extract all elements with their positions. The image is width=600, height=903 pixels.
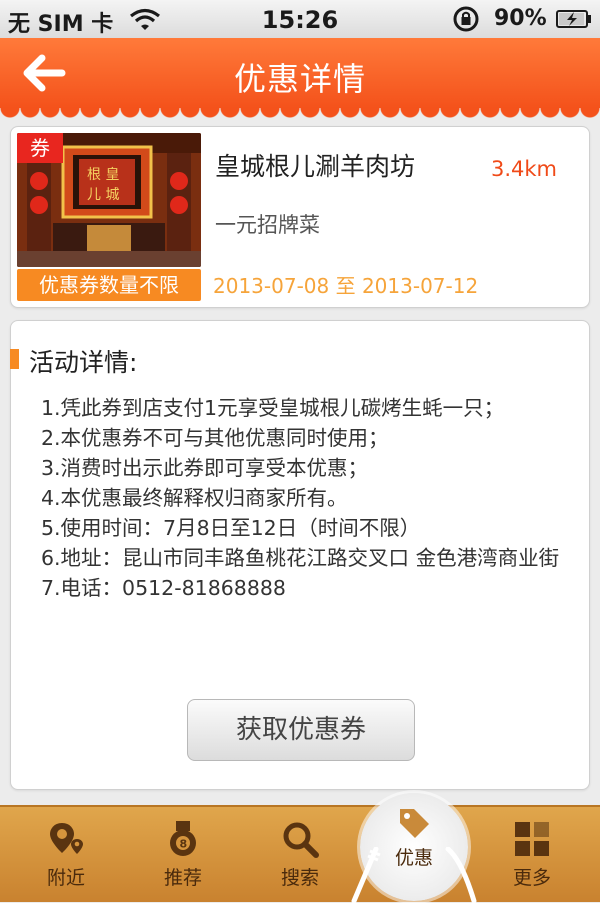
svg-text:儿 城: 儿 城 <box>87 187 119 203</box>
store-name: 皇城根儿涮羊肉坊 <box>215 152 416 181</box>
date-separator: 至 <box>335 274 356 298</box>
coupon-quantity-badge: 优惠券数量不限 <box>17 269 201 301</box>
svg-text:根 皇: 根 皇 <box>87 167 119 183</box>
tab-search[interactable]: 搜索 <box>250 807 350 902</box>
search-icon <box>283 822 319 858</box>
grid-icon <box>515 822 549 856</box>
deal-title: 一元招牌菜 <box>215 213 320 237</box>
rotation-lock-icon <box>453 6 479 32</box>
tag-icon <box>400 809 429 838</box>
detail-line: 6.地址：昆山市同丰路鱼桃花江路交叉口 金色港湾商业街 <box>41 546 560 570</box>
tab-recommend[interactable]: 8 推荐 <box>133 807 233 902</box>
detail-line: 7.电话：0512-81868888 <box>41 576 286 600</box>
knife-icon <box>445 847 477 903</box>
tab-nearby[interactable]: 附近 <box>16 807 116 902</box>
fork-icon <box>351 847 381 903</box>
location-pin-icon <box>50 823 83 854</box>
tab-recommend-label: 推荐 <box>163 867 202 889</box>
date-start: 2013-07-08 <box>213 274 330 298</box>
header-scallop-edge <box>0 108 600 120</box>
detail-line: 1.凭此券到店支付1元享受皇城根儿碳烤生蚝一只； <box>41 396 505 420</box>
battery-icon <box>556 10 591 28</box>
tab-more[interactable]: 更多 <box>482 807 582 902</box>
page-title: 优惠详情 <box>233 60 366 98</box>
validity-dates: 2013-07-08 至 2013-07-12 <box>213 270 478 299</box>
detail-line: 4.本优惠最终解释权归商家所有。 <box>41 486 348 510</box>
tab-more-label: 更多 <box>512 867 551 889</box>
heading-accent-bar <box>10 349 19 369</box>
store-card[interactable]: 根 皇 儿 城 券 优惠券数量不限 皇城根儿涮羊肉坊 3.4km 一元招牌菜 2… <box>10 126 590 308</box>
tab-search-label: 搜索 <box>280 867 319 889</box>
tab-nearby-label: 附近 <box>46 867 85 889</box>
tab-bar: 附近 8 推荐 搜索 优惠 更多 <box>0 793 600 903</box>
coupon-tag: 券 <box>17 133 63 163</box>
battery-percent: 90% <box>494 6 547 31</box>
detail-line: 2.本优惠券不可与其他优惠同时使用； <box>41 426 389 450</box>
svg-text:8: 8 <box>180 838 188 851</box>
details-text-scroll[interactable]: 1.凭此券到店支付1元享受皇城根儿碳烤生蚝一只； 2.本优惠券不可与其他优惠同时… <box>41 393 571 649</box>
get-coupon-button[interactable]: 获取优惠券 <box>187 699 415 761</box>
detail-line: 5.使用时间：7月8日至12日（时间不限） <box>41 516 421 540</box>
date-end: 2013-07-12 <box>361 274 479 298</box>
nav-bar: 优惠详情 <box>0 38 600 120</box>
store-distance: 3.4km <box>490 157 557 181</box>
details-heading: 活动详情: <box>29 348 138 377</box>
store-photo: 根 皇 儿 城 券 <box>17 133 201 267</box>
details-card: 活动详情: 1.凭此券到店支付1元享受皇城根儿碳烤生蚝一只； 2.本优惠券不可与… <box>10 320 590 790</box>
status-bar: 无 SIM 卡 15:26 90% <box>0 0 600 39</box>
detail-line: 3.消费时出示此券即可享受本优惠； <box>41 456 369 480</box>
medal-icon: 8 <box>170 821 196 856</box>
